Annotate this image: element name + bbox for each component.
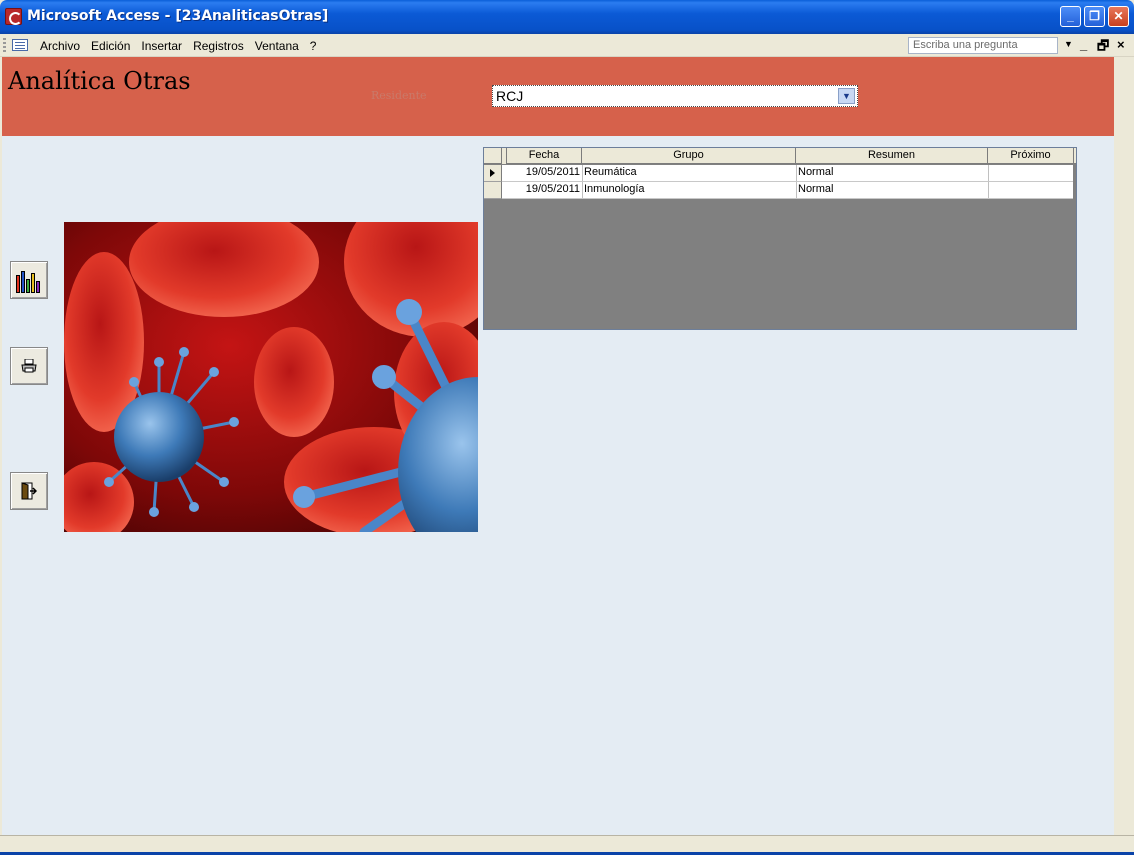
window-titlebar[interactable]: Microsoft Access - [23AnaliticasOtras] _… xyxy=(0,0,1134,34)
form-title: Analítica Otras xyxy=(8,67,191,95)
blood-cells-virus-image xyxy=(64,222,478,532)
table-row[interactable]: 19/05/2011 Reumática Normal xyxy=(484,165,1073,182)
cell-resumen[interactable]: Normal xyxy=(796,182,988,198)
cell-proximo[interactable] xyxy=(988,182,1073,198)
analiticas-datasheet[interactable]: Fecha Grupo Resumen Próximo 19/05/2011 R… xyxy=(483,147,1077,330)
printer-icon xyxy=(21,359,37,373)
menu-insertar[interactable]: Insertar xyxy=(141,39,189,53)
select-all-corner[interactable] xyxy=(484,148,502,164)
cell-grupo[interactable]: Reumática xyxy=(582,165,796,181)
menu-help[interactable]: ? xyxy=(310,39,324,53)
chart-button[interactable] xyxy=(10,261,48,299)
minimize-button[interactable]: _ xyxy=(1060,6,1081,27)
menu-bar: Archivo Edición Insertar Registros Venta… xyxy=(0,34,1134,57)
row-selector[interactable] xyxy=(484,182,502,199)
menu-archivo[interactable]: Archivo xyxy=(40,39,87,53)
current-record-arrow-icon xyxy=(490,169,495,177)
ask-question-input[interactable]: Escriba una pregunta xyxy=(908,37,1058,54)
cell-fecha[interactable]: 19/05/2011 xyxy=(507,182,582,198)
window-title: Microsoft Access - [23AnaliticasOtras] xyxy=(27,8,329,24)
close-button[interactable]: ✕ xyxy=(1108,6,1129,27)
form-area: Analítica Otras Residente RCJ ▼ Fecha Gr… xyxy=(2,57,1114,835)
table-row[interactable]: 19/05/2011 Inmunología Normal xyxy=(484,182,1073,199)
maximize-button[interactable]: ❐ xyxy=(1084,6,1105,27)
mdi-close-button[interactable]: × xyxy=(1117,37,1125,52)
menu-registros[interactable]: Registros xyxy=(193,39,251,53)
window-right-edge xyxy=(1114,57,1134,835)
menu-items: Archivo Edición Insertar Registros Venta… xyxy=(40,39,327,53)
residente-value: RCJ xyxy=(496,88,524,104)
exit-door-icon xyxy=(21,482,37,500)
document-window-icon[interactable] xyxy=(12,39,28,51)
form-header: Analítica Otras Residente RCJ ▼ xyxy=(2,57,1114,136)
access-app-icon[interactable] xyxy=(5,8,22,25)
menu-ventana[interactable]: Ventana xyxy=(255,39,306,53)
row-selector[interactable] xyxy=(484,165,502,182)
cell-fecha[interactable]: 19/05/2011 xyxy=(507,165,582,181)
toolbar-grip-icon[interactable] xyxy=(3,38,6,52)
column-header-grupo[interactable]: Grupo xyxy=(582,148,796,164)
column-header-resumen[interactable]: Resumen xyxy=(796,148,988,164)
chevron-down-icon[interactable]: ▼ xyxy=(838,88,855,104)
status-bar xyxy=(0,835,1134,855)
datasheet-header: Fecha Grupo Resumen Próximo xyxy=(484,148,1076,164)
residente-label: Residente xyxy=(371,89,427,102)
chevron-down-icon[interactable]: ▼ xyxy=(1064,39,1073,49)
mdi-restore-button[interactable]: 🗗 xyxy=(1097,37,1109,59)
residente-combo[interactable]: RCJ ▼ xyxy=(492,85,858,107)
exit-button[interactable] xyxy=(10,472,48,510)
print-button[interactable] xyxy=(10,347,48,385)
cell-grupo[interactable]: Inmunología xyxy=(582,182,796,198)
chart-icon xyxy=(16,269,42,293)
column-header-proximo[interactable]: Próximo xyxy=(988,148,1074,164)
column-header-fecha[interactable]: Fecha xyxy=(507,148,582,164)
mdi-minimize-button[interactable]: _ xyxy=(1080,37,1087,52)
menu-edicion[interactable]: Edición xyxy=(91,39,137,53)
cell-resumen[interactable]: Normal xyxy=(796,165,988,181)
cell-proximo[interactable] xyxy=(988,165,1073,181)
